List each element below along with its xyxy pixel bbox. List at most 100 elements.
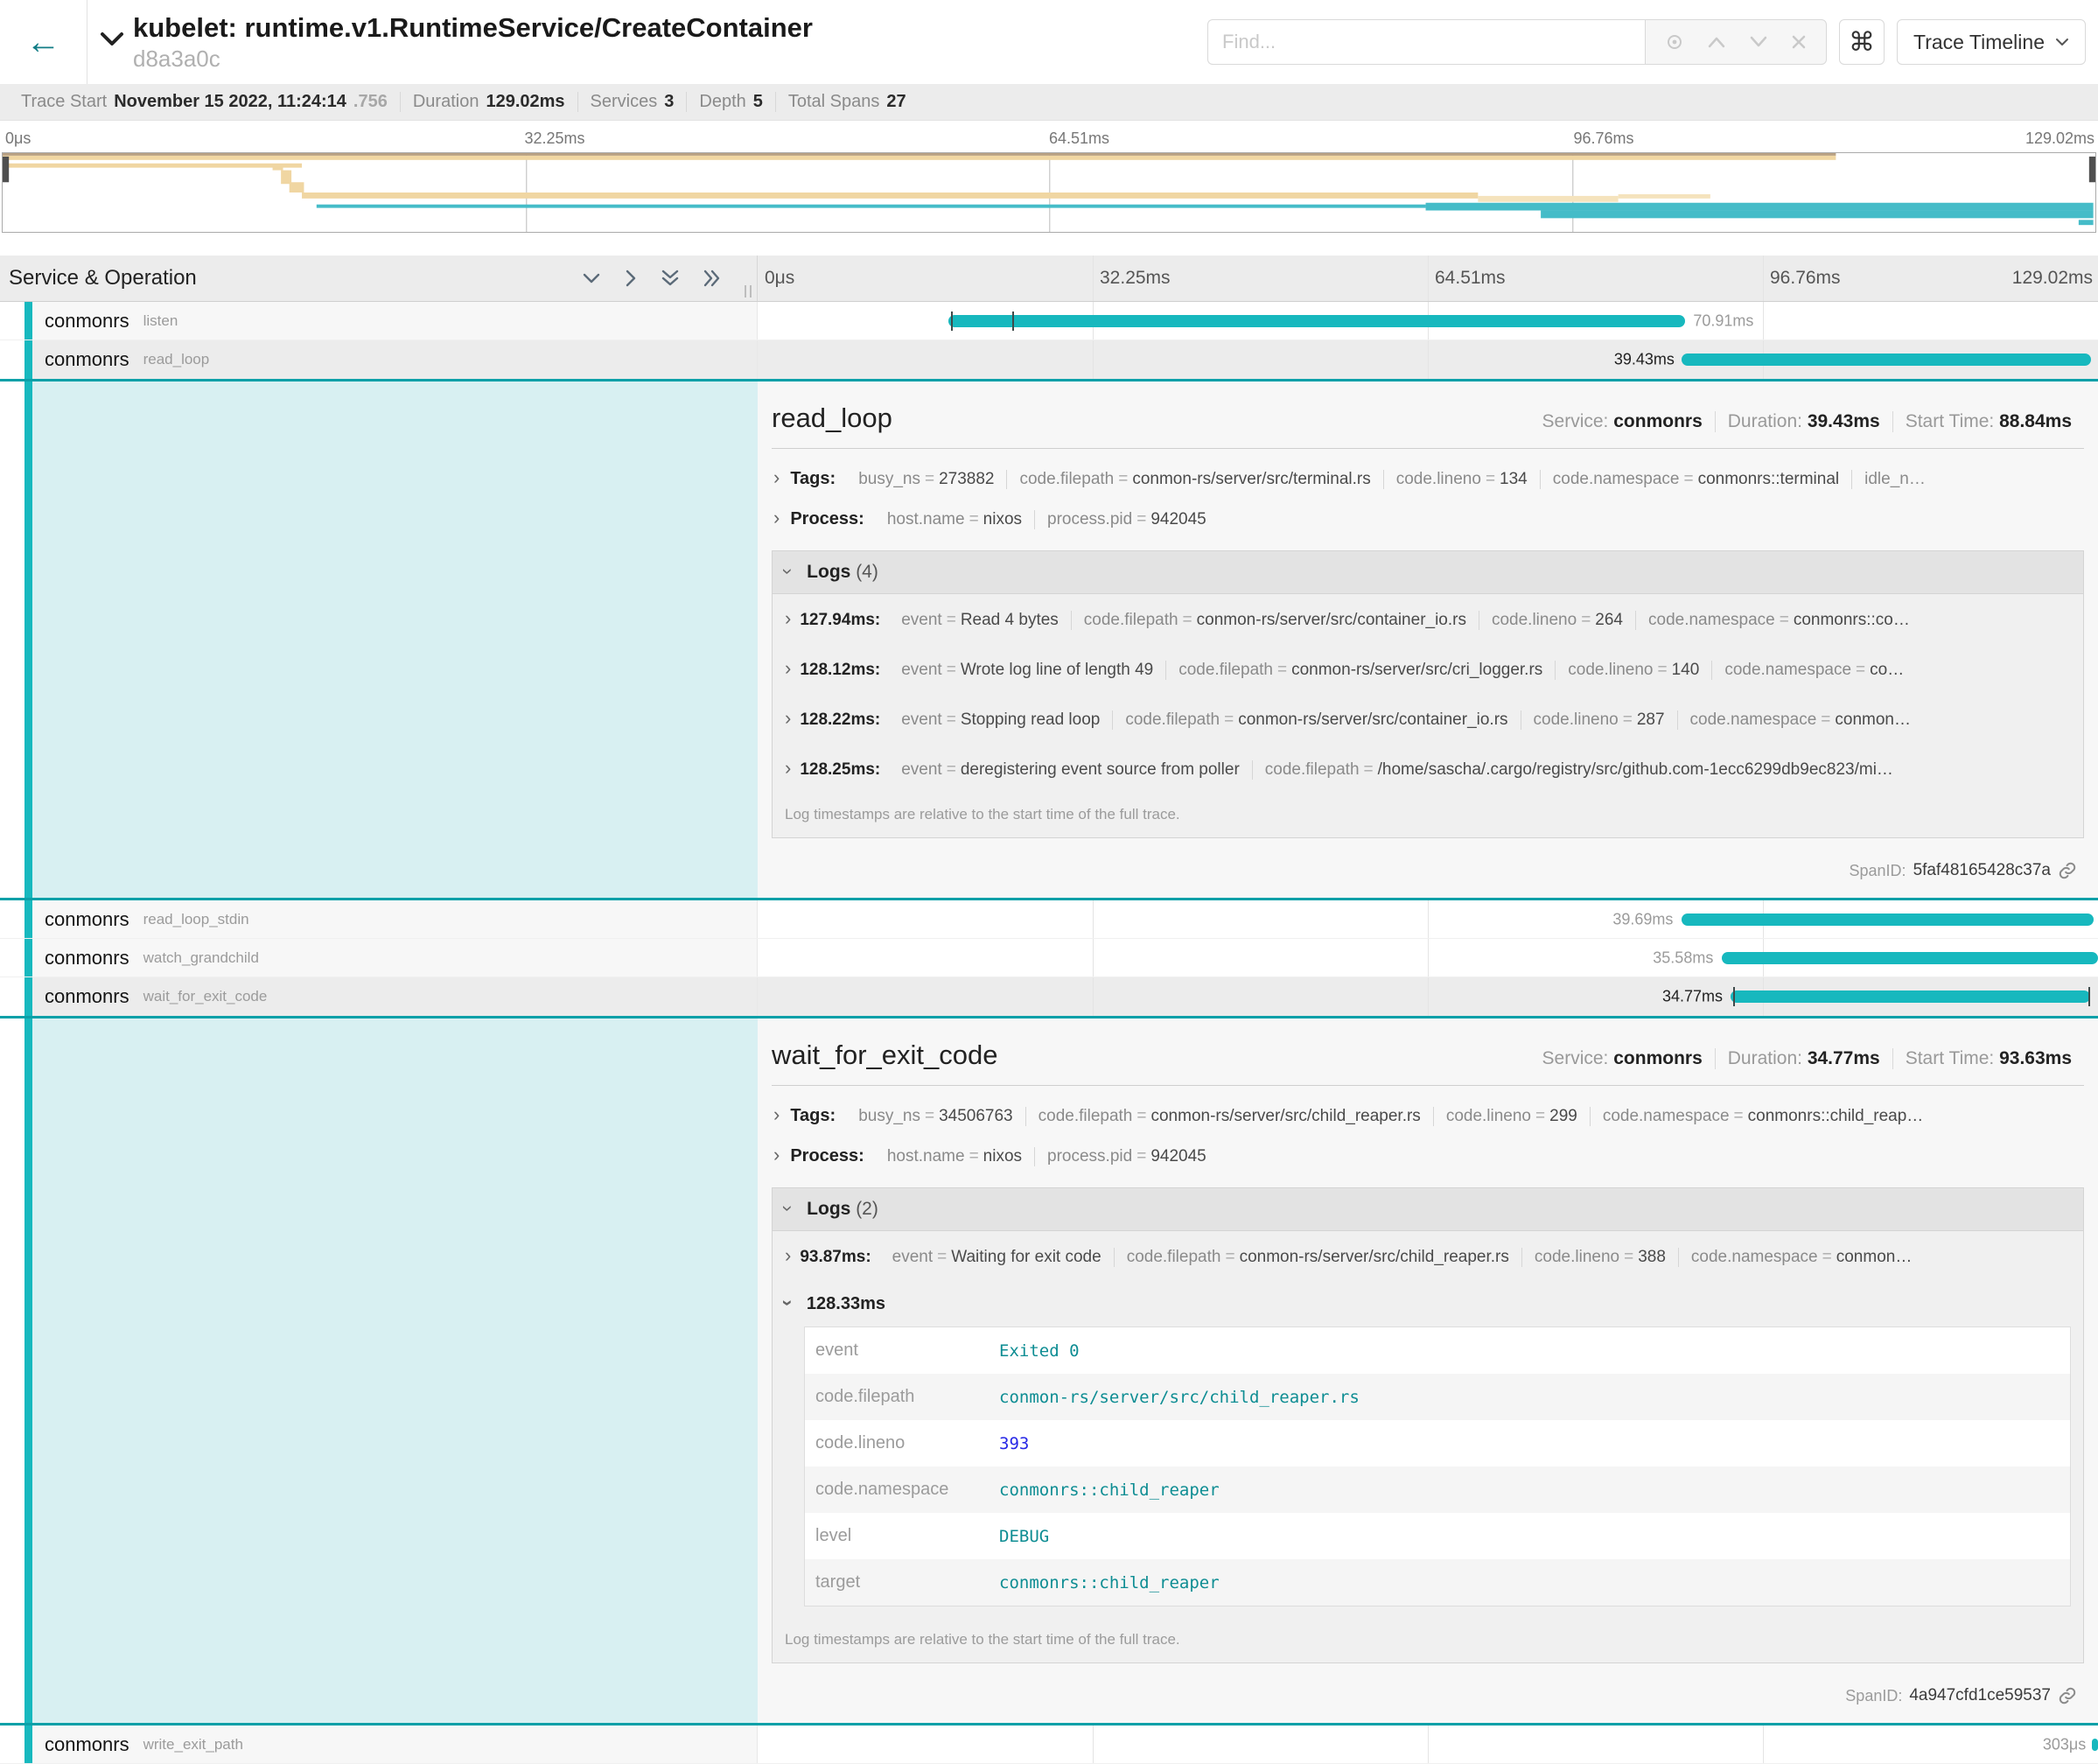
span-id-value: 5faf48165428c37a: [1913, 861, 2051, 880]
span-duration-label: 70.91ms: [1693, 312, 1753, 330]
span-timeline-cell[interactable]: 70.91ms: [758, 302, 2098, 340]
span-row-read-loop[interactable]: conmonrs read_loop 39.43ms: [0, 340, 2098, 382]
span-log-tick: [1012, 312, 1014, 331]
log-entry[interactable]: › 128.25ms: event=deregistering event so…: [773, 744, 2083, 794]
log-field-pill: event=Stopping read loop: [889, 710, 1112, 730]
span-row-watch-grandchild[interactable]: conmonrs watch_grandchild 35.58ms: [0, 939, 2098, 977]
log-field-pill: code.filepath=/home/sascha/.cargo/regist…: [1252, 760, 1906, 780]
span-duration-label: 39.43ms: [1614, 351, 1675, 369]
span-name-cell[interactable]: conmonrs write_exit_path: [0, 1726, 758, 1763]
span-service: conmonrs: [45, 985, 129, 1008]
log-field-pill: event=Waiting for exit code: [880, 1248, 1114, 1267]
span-service: conmonrs: [45, 1733, 129, 1756]
span-timeline-cell[interactable]: 303μs: [758, 1726, 2098, 1763]
timeline-scale-header: 0μs 32.25ms 64.51ms 96.76ms 129.02ms: [758, 256, 2098, 301]
trace-minimap[interactable]: 0μs 32.25ms 64.51ms 96.76ms 129.02ms: [0, 121, 2098, 238]
span-service: conmonrs: [45, 348, 129, 371]
log-entry-expanded[interactable]: › 128.33ms: [773, 1281, 2083, 1323]
table-row: eventExited 0: [805, 1327, 2070, 1374]
span-name-cell[interactable]: conmonrs watch_grandchild: [0, 939, 758, 976]
trace-title-area: kubelet: runtime.v1.RuntimeService/Creat…: [87, 0, 813, 84]
span-operation: read_loop_stdin: [143, 911, 249, 928]
span-row-wait-for-exit-code[interactable]: conmonrs wait_for_exit_code 34.77ms: [0, 977, 2098, 1018]
logs-section: › Logs (2) › 93.87ms: event=Waiting for …: [772, 1187, 2084, 1663]
minimap-canvas[interactable]: [2, 152, 2096, 233]
tag-pill: code.lineno=299: [1433, 1107, 1590, 1126]
tags-row[interactable]: › Tags: busy_ns=34506763 code.filepath=c…: [772, 1098, 2084, 1138]
log-field-pill: event=Wrote log line of length 49: [889, 661, 1165, 680]
summary-duration: Duration129.02ms: [400, 92, 577, 112]
summary-depth: Depth5: [686, 92, 775, 112]
logs-header[interactable]: › Logs (4): [773, 551, 2083, 594]
span-bar[interactable]: [948, 315, 1686, 327]
span-name-cell[interactable]: conmonrs read_loop_stdin: [0, 900, 758, 938]
log-field-pill: code.namespace=conmon…: [1678, 1248, 1924, 1267]
detail-duration: Duration: 34.77ms: [1715, 1048, 1892, 1069]
expand-one-icon[interactable]: [624, 269, 638, 288]
find-input[interactable]: [1207, 19, 1645, 65]
log-entry[interactable]: › 93.87ms: event=Waiting for exit code c…: [773, 1231, 2083, 1281]
log-field-pill: code.lineno=264: [1479, 611, 1635, 630]
logs-header[interactable]: › Logs (2): [773, 1188, 2083, 1231]
span-timeline-cell[interactable]: 39.43ms: [758, 340, 2098, 379]
table-row: code.filepathconmon-rs/server/src/child_…: [805, 1374, 2070, 1420]
span-bar[interactable]: [1682, 914, 2095, 926]
chevron-down-icon[interactable]: [100, 32, 124, 47]
tag-pill: busy_ns=273882: [846, 470, 1006, 489]
log-fields-table: eventExited 0 code.filepathconmon-rs/ser…: [804, 1326, 2071, 1606]
chevron-down-icon: ›: [779, 1205, 798, 1211]
span-name-cell[interactable]: conmonrs read_loop: [0, 340, 758, 379]
collapse-one-icon[interactable]: [582, 271, 601, 285]
process-row[interactable]: › Process: host.name=nixos process.pid=9…: [772, 1138, 2084, 1179]
copy-link-icon[interactable]: [2058, 861, 2077, 880]
next-match-icon[interactable]: [1749, 36, 1768, 48]
span-duration-label: 34.77ms: [1662, 988, 1723, 1006]
span-name-cell[interactable]: conmonrs wait_for_exit_code: [0, 977, 758, 1016]
detail-left-highlight: [24, 1018, 758, 1723]
span-timeline-cell[interactable]: 39.69ms: [758, 900, 2098, 938]
log-entry[interactable]: › 128.22ms: event=Stopping read loop cod…: [773, 694, 2083, 744]
span-bar[interactable]: [1731, 990, 2090, 1003]
span-timeline-cell[interactable]: 35.58ms: [758, 939, 2098, 976]
clear-find-icon[interactable]: [1791, 34, 1807, 50]
span-timeline-cell[interactable]: 34.77ms: [758, 977, 2098, 1016]
log-field-pill: code.lineno=140: [1555, 661, 1711, 680]
span-row-read-loop-stdin[interactable]: conmonrs read_loop_stdin 39.69ms: [0, 900, 2098, 939]
span-bar[interactable]: [2092, 1739, 2098, 1751]
tag-pill: code.namespace=conmonrs::child_reap…: [1590, 1107, 1935, 1126]
chevron-right-icon: ›: [785, 659, 791, 678]
span-bar[interactable]: [1722, 952, 2098, 964]
chevron-right-icon: ›: [773, 1105, 780, 1124]
log-field-pill: code.filepath=conmon-rs/server/src/cri_l…: [1165, 661, 1555, 680]
view-selector-button[interactable]: Trace Timeline: [1897, 19, 2086, 65]
expand-all-icon[interactable]: [703, 269, 722, 288]
tags-row[interactable]: › Tags: busy_ns=273882 code.filepath=con…: [772, 461, 2084, 501]
span-row-listen[interactable]: conmonrs listen 70.91ms: [0, 302, 2098, 340]
match-target-icon[interactable]: [1665, 32, 1684, 52]
chevron-right-icon: ›: [785, 709, 791, 728]
trace-summary-bar: Trace StartNovember 15 2022, 11:24:14.75…: [0, 84, 2098, 121]
log-entry[interactable]: › 128.12ms: event=Wrote log line of leng…: [773, 644, 2083, 694]
span-duration-label: 35.58ms: [1653, 948, 1713, 967]
span-log-tick: [951, 312, 953, 331]
chevron-down-icon: ›: [779, 568, 798, 574]
span-name-cell[interactable]: conmonrs listen: [0, 302, 758, 340]
span-bar[interactable]: [1682, 354, 2092, 366]
column-resizer[interactable]: [745, 285, 752, 298]
copy-link-icon[interactable]: [2058, 1686, 2077, 1705]
log-entry[interactable]: › 127.94ms: event=Read 4 bytes code.file…: [773, 594, 2083, 644]
logs-section: › Logs (4) › 127.94ms: event=Read 4 byte…: [772, 550, 2084, 838]
table-row: targetconmonrs::child_reaper: [805, 1559, 2070, 1606]
process-row[interactable]: › Process: host.name=nixos process.pid=9…: [772, 501, 2084, 542]
span-row-write-exit-path[interactable]: conmonrs write_exit_path 303μs: [0, 1726, 2098, 1764]
span-detail-read-loop: read_loop Service: conmonrs Duration: 39…: [0, 382, 2098, 900]
span-id-row: SpanID: 4a947cfd1ce59537: [772, 1674, 2084, 1714]
span-operation: read_loop: [143, 351, 210, 368]
back-button[interactable]: ←: [0, 0, 87, 84]
prev-match-icon[interactable]: [1707, 36, 1726, 48]
log-field-pill: code.filepath=conmon-rs/server/src/conta…: [1112, 710, 1520, 730]
keyboard-shortcuts-button[interactable]: ⌘: [1839, 19, 1885, 65]
collapse-all-icon[interactable]: [661, 269, 680, 288]
tag-pill: busy_ns=34506763: [846, 1107, 1025, 1126]
logs-footnote: Log timestamps are relative to the start…: [773, 1619, 2083, 1662]
